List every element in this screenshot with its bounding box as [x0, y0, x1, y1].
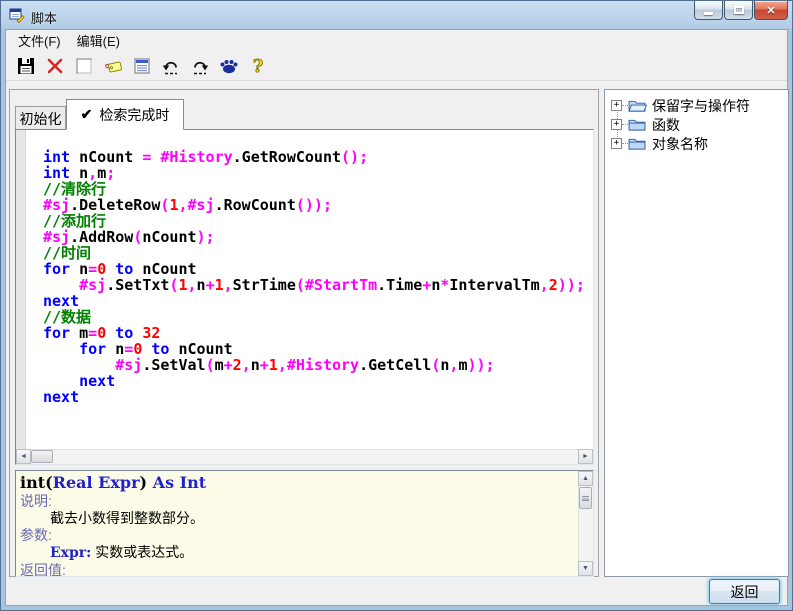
save-button[interactable]	[11, 53, 40, 79]
maximize-button[interactable]	[724, 1, 753, 20]
scroll-right-button[interactable]: ►	[578, 449, 593, 464]
reference-tree[interactable]: + 保留字与操作符 + 函数 +	[604, 89, 789, 577]
open-folder-icon	[628, 98, 647, 113]
script-window: 脚本 ✕ 文件(F) 编辑(E)	[0, 0, 793, 611]
tree-item-objects[interactable]: + 对象名称	[611, 134, 708, 153]
code-editor[interactable]: int nCount = #History.GetRowCount();int …	[15, 129, 594, 465]
client-area: 文件(F) 编辑(E)	[5, 29, 788, 606]
tree-item-keywords[interactable]: + 保留字与操作符	[611, 96, 750, 115]
menu-file[interactable]: 文件(F)	[10, 29, 69, 52]
thumb-grip-icon	[582, 496, 589, 501]
expand-plus-icon[interactable]: +	[611, 138, 622, 149]
help-content: int(Real Expr) As Int 说明:截去小数得到整数部分。参数:E…	[16, 471, 578, 576]
menubar: 文件(F) 编辑(E)	[6, 30, 787, 51]
tree-item-label: 保留字与操作符	[652, 96, 750, 116]
hscroll-thumb[interactable]	[31, 450, 53, 463]
tag-icon	[103, 56, 123, 76]
return-button-label: 返回	[731, 582, 759, 602]
tag-button[interactable]	[98, 53, 127, 79]
return-button[interactable]: 返回	[709, 579, 780, 604]
close-icon: ✕	[766, 4, 775, 17]
close-button[interactable]: ✕	[754, 1, 788, 20]
paw-print-icon	[219, 56, 239, 76]
help-rows: 说明:截去小数得到整数部分。参数:Expr: 实数或表达式。返回值:	[20, 493, 574, 577]
minimize-icon	[704, 12, 713, 15]
help-button[interactable]: ?	[243, 53, 272, 79]
scroll-down-button[interactable]: ▼	[578, 561, 593, 576]
tree-item-label: 对象名称	[652, 134, 708, 154]
expand-plus-icon[interactable]: +	[611, 119, 622, 130]
maximize-icon	[734, 6, 744, 14]
editor-margin	[16, 130, 26, 449]
blank-window-icon	[74, 56, 94, 76]
check-icon: ✔	[81, 106, 93, 123]
menu-edit[interactable]: 编辑(E)	[69, 29, 128, 52]
editor-hscrollbar[interactable]: ◄ ►	[16, 449, 593, 464]
tab-search-complete-label: 检索完成时	[99, 105, 169, 125]
help-signature: int(Real Expr) As Int	[20, 473, 574, 493]
window-title: 脚本	[31, 8, 57, 27]
delete-button[interactable]	[40, 53, 69, 79]
script-panel: 初始化 ✔ 检索完成时 int nCount = #History.GetRow…	[9, 89, 599, 577]
scroll-left-button[interactable]: ◄	[16, 449, 31, 464]
vscroll-thumb[interactable]	[579, 487, 592, 509]
help-box: int(Real Expr) As Int 说明:截去小数得到整数部分。参数:E…	[15, 470, 594, 577]
table-icon	[132, 56, 152, 76]
question-mark-icon: ?	[248, 56, 268, 76]
tab-search-complete[interactable]: ✔ 检索完成时	[66, 99, 184, 130]
redo-arrow-icon	[190, 56, 210, 76]
closed-folder-icon	[628, 117, 647, 132]
toolbar: ?	[6, 51, 787, 81]
help-vscrollbar[interactable]: ▲ ▼	[578, 471, 593, 576]
tab-initialize[interactable]: 初始化	[15, 106, 66, 130]
code-lines: int nCount = #History.GetRowCount();int …	[27, 130, 593, 449]
red-x-icon	[45, 56, 65, 76]
undo-button[interactable]	[156, 53, 185, 79]
table-button[interactable]	[127, 53, 156, 79]
tab-initialize-label: 初始化	[20, 109, 62, 129]
expand-plus-icon[interactable]: +	[611, 100, 622, 111]
tree-item-label: 函数	[652, 115, 680, 135]
closed-folder-icon	[628, 136, 647, 151]
minimize-button[interactable]	[694, 1, 723, 20]
scroll-up-button[interactable]: ▲	[578, 471, 593, 486]
paw-button[interactable]	[214, 53, 243, 79]
titlebar[interactable]: 脚本 ✕	[1, 1, 792, 29]
floppy-disk-icon	[16, 56, 36, 76]
undo-arrow-icon	[161, 56, 181, 76]
tree-item-functions[interactable]: + 函数	[611, 115, 680, 134]
new-button[interactable]	[69, 53, 98, 79]
app-icon	[9, 7, 25, 23]
svg-text:?: ?	[252, 56, 263, 76]
redo-button[interactable]	[185, 53, 214, 79]
